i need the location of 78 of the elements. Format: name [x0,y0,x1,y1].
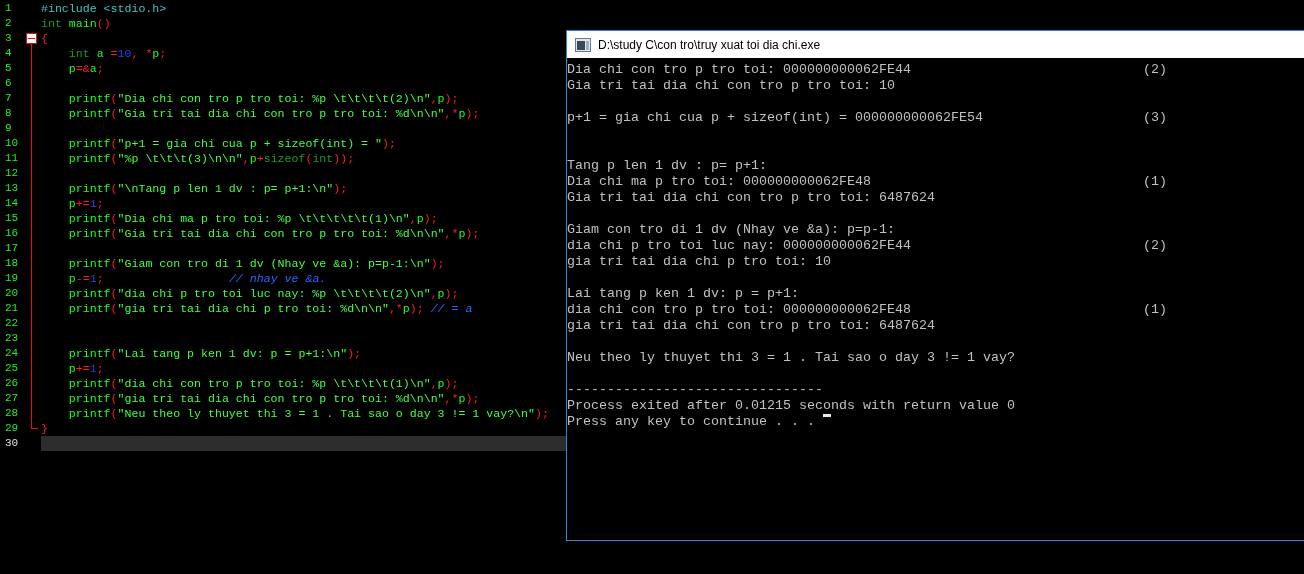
console-output-line: -------------------------------- [567,382,823,397]
console-prompt: Press any key to continue . . . [567,414,816,430]
console-output-line: p+1 = gia chi cua p + sizeof(int) = 000000000062FE54 [567,110,983,125]
line-number: 16 [4,226,20,241]
line-number: 1 [4,1,13,16]
code-line: printf("Gia tri tai dia chi con tro p tro toi: %d\n\n",*p); [67,106,480,121]
console-output-line: Giam con tro di 1 dv (Nhay ve &a): p=p-1: [567,222,895,237]
line-number: 22 [4,316,20,331]
code-line: printf("Giam con tro di 1 dv (Nhay ve &a): p=p-1:\n"); [67,256,445,271]
console-output-line: Gia tri tai dia chi con tro p tro toi: 10 [567,78,895,93]
code-line: printf("Lai tang p ken 1 dv: p = p+1:\n"); [67,346,362,361]
line-number: 9 [4,121,13,136]
code-line: printf("Neu theo ly thuyet thi 3 = 1 . Tai sao o day 3 != 1 vay?\n"); [67,406,549,421]
line-number: 8 [4,106,13,121]
code-line: printf("gia tri tai dia chi con tro p tro toi: %d\n\n",*p); [67,391,480,406]
line-number: 3 [4,31,13,46]
code-line: p+=1; [67,196,104,211]
code-line: int main() [41,16,111,31]
line-number: 20 [4,286,20,301]
line-number: 19 [4,271,20,286]
console-app-icon [575,37,591,52]
line-number: 30 [4,436,20,451]
console-output-line: dia chi p tro toi luc nay: 000000000062FE44 [567,238,911,253]
code-line: { [41,31,48,46]
line-number: 18 [4,256,20,271]
console-output-note: (2) [1143,62,1167,78]
code-line: p-=1; // nhay ve &a. [67,271,327,286]
code-line: printf("gia tri tai dia chi p tro toi: %d\n\n",*p); // = a [67,301,473,316]
line-number: 12 [4,166,20,181]
line-number: 25 [4,361,20,376]
line-number: 4 [4,46,13,61]
collapse-icon[interactable] [26,33,37,44]
code-line: printf("dia chi p tro toi luc nay: %p \t\t\t\t(2)\n",p); [67,286,459,301]
line-number: 17 [4,241,20,256]
window-title: D:\study C\con tro\truy xuat toi dia chi.exe [598,37,821,52]
console-output-line: Lai tang p ken 1 dv: p = p+1: [567,286,799,301]
line-number: 11 [4,151,20,166]
line-number: 2 [4,16,13,31]
code-line: } [41,421,48,436]
line-number: 28 [4,406,20,421]
console-output-note: (3) [1143,110,1167,126]
line-number: 5 [4,61,13,76]
line-number: 29 [4,421,20,436]
line-number: 23 [4,331,20,346]
line-number: 24 [4,346,20,361]
console-output-line: Dia chi con tro p tro toi: 000000000062FE44 [567,62,911,77]
console-output-line: dia chi con tro p tro toi: 000000000062FE48 [567,302,911,317]
line-number: 14 [4,196,20,211]
code-line: p=&a; [67,61,104,76]
line-number: 6 [4,76,13,91]
console-output-line: Gia tri tai dia chi con tro p tro toi: 6487624 [567,190,935,205]
code-line: p+=1; [67,361,104,376]
console-output-line: Process exited after 0.01215 seconds with return value 0 [567,398,1015,413]
code-line: printf("p+1 = gia chi cua p + sizeof(int) = "); [67,136,396,151]
code-line: printf("Dia chi ma p tro toi: %p \t\t\t\t\t(1)\n",p); [67,211,438,226]
line-number: 21 [4,301,20,316]
console-output-line: Tang p len 1 dv : p= p+1: [567,158,767,173]
console-output-note: (1) [1143,302,1167,318]
text-cursor [822,414,831,417]
line-number: 26 [4,376,20,391]
line-number: 10 [4,136,20,151]
code-line: printf("Gia tri tai dia chi con tro p tro toi: %d\n\n",*p); [67,226,480,241]
line-number: 15 [4,211,20,226]
code-line: printf("\nTang p len 1 dv : p= p+1:\n"); [67,181,348,196]
code-line: printf("dia chi con tro p tro toi: %p \t\t\t\t(1)\n",p); [67,376,459,391]
code-line: #include <stdio.h> [41,1,167,16]
code-line: int a =10, *p; [67,46,167,61]
line-number: 7 [4,91,13,106]
console-output-line: gia tri tai dia chi p tro toi: 10 [567,254,831,269]
console-output-note: (1) [1143,174,1167,190]
console-output-line: Neu theo ly thuyet thi 3 = 1 . Tai sao o day 3 != 1 vay? [567,350,1015,365]
console-output-line: gia tri tai dia chi con tro p tro toi: 6487624 [567,318,935,333]
code-line: printf("%p \t\t\t(3)\n\n",p+sizeof(int)); [67,151,355,166]
console-output-line: Dia chi ma p tro toi: 000000000062FE48 [567,174,871,189]
code-line: printf("Dia chi con tro p tro toi: %p \t\t\t\t(2)\n",p); [67,91,459,106]
line-number: 13 [4,181,20,196]
line-number: 27 [4,391,20,406]
console-output-note: (2) [1143,238,1167,254]
